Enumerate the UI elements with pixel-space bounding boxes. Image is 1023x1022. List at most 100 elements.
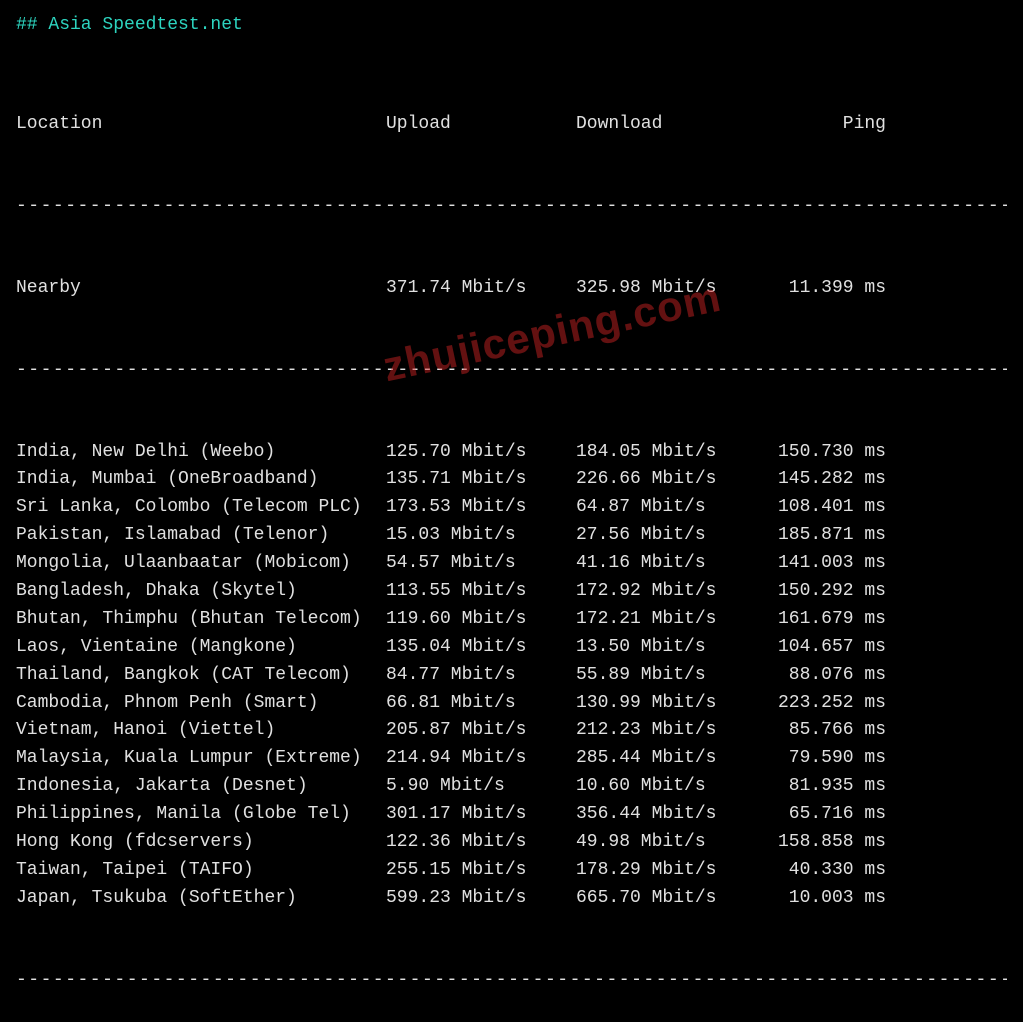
cell-upload: 205.87 Mbit/s bbox=[386, 717, 576, 745]
cell-download: 226.66 Mbit/s bbox=[576, 466, 766, 494]
cell-ping: 141.003 ms bbox=[766, 550, 886, 578]
cell-ping: 108.401 ms bbox=[766, 494, 886, 522]
table-row: Pakistan, Islamabad (Telenor)15.03 Mbit/… bbox=[16, 522, 1007, 550]
table-row: Cambodia, Phnom Penh (Smart)66.81 Mbit/s… bbox=[16, 690, 1007, 718]
cell-location: Bhutan, Thimphu (Bhutan Telecom) bbox=[16, 606, 386, 634]
cell-download: 10.60 Mbit/s bbox=[576, 773, 766, 801]
cell-upload: 66.81 Mbit/s bbox=[386, 690, 576, 718]
cell-location: Pakistan, Islamabad (Telenor) bbox=[16, 522, 386, 550]
cell-download: 665.70 Mbit/s bbox=[576, 885, 766, 913]
cell-upload: 135.71 Mbit/s bbox=[386, 466, 576, 494]
cell-upload: 54.57 Mbit/s bbox=[386, 550, 576, 578]
cell-upload: 15.03 Mbit/s bbox=[386, 522, 576, 550]
table-row: India, Mumbai (OneBroadband)135.71 Mbit/… bbox=[16, 466, 1007, 494]
cell-download: 285.44 Mbit/s bbox=[576, 745, 766, 773]
table-row: Indonesia, Jakarta (Desnet)5.90 Mbit/s10… bbox=[16, 773, 1007, 801]
header-location: Location bbox=[16, 111, 386, 139]
table-row: Sri Lanka, Colombo (Telecom PLC)173.53 M… bbox=[16, 494, 1007, 522]
cell-location: Hong Kong (fdcservers) bbox=[16, 829, 386, 857]
cell-ping: 10.003 ms bbox=[766, 885, 886, 913]
cell-download: 325.98 Mbit/s bbox=[576, 275, 766, 303]
cell-location: Thailand, Bangkok (CAT Telecom) bbox=[16, 662, 386, 690]
cell-upload: 214.94 Mbit/s bbox=[386, 745, 576, 773]
cell-ping: 150.730 ms bbox=[766, 439, 886, 467]
cell-location: India, Mumbai (OneBroadband) bbox=[16, 466, 386, 494]
section-title: ## Asia Speedtest.net bbox=[16, 12, 1007, 39]
cell-location: Mongolia, Ulaanbaatar (Mobicom) bbox=[16, 550, 386, 578]
cell-download: 172.21 Mbit/s bbox=[576, 606, 766, 634]
table-row-nearby: Nearby 371.74 Mbit/s 325.98 Mbit/s 11.39… bbox=[16, 275, 1007, 303]
table-row: Bangladesh, Dhaka (Skytel)113.55 Mbit/s1… bbox=[16, 578, 1007, 606]
divider: ----------------------------------------… bbox=[16, 357, 1007, 385]
cell-ping: 158.858 ms bbox=[766, 829, 886, 857]
cell-upload: 119.60 Mbit/s bbox=[386, 606, 576, 634]
cell-ping: 145.282 ms bbox=[766, 466, 886, 494]
table-row: Malaysia, Kuala Lumpur (Extreme)214.94 M… bbox=[16, 745, 1007, 773]
divider: ----------------------------------------… bbox=[16, 193, 1007, 221]
cell-ping: 65.716 ms bbox=[766, 801, 886, 829]
cell-ping: 88.076 ms bbox=[766, 662, 886, 690]
cell-upload: 371.74 Mbit/s bbox=[386, 275, 576, 303]
cell-ping: 185.871 ms bbox=[766, 522, 886, 550]
cell-download: 356.44 Mbit/s bbox=[576, 801, 766, 829]
cell-upload: 135.04 Mbit/s bbox=[386, 634, 576, 662]
cell-download: 178.29 Mbit/s bbox=[576, 857, 766, 885]
cell-upload: 125.70 Mbit/s bbox=[386, 439, 576, 467]
cell-location: Vietnam, Hanoi (Viettel) bbox=[16, 717, 386, 745]
table-row: Vietnam, Hanoi (Viettel)205.87 Mbit/s212… bbox=[16, 717, 1007, 745]
cell-download: 55.89 Mbit/s bbox=[576, 662, 766, 690]
cell-location: Sri Lanka, Colombo (Telecom PLC) bbox=[16, 494, 386, 522]
cell-upload: 301.17 Mbit/s bbox=[386, 801, 576, 829]
table-row: Bhutan, Thimphu (Bhutan Telecom)119.60 M… bbox=[16, 606, 1007, 634]
speedtest-table: Location Upload Download Ping ----------… bbox=[16, 57, 1007, 1022]
cell-download: 64.87 Mbit/s bbox=[576, 494, 766, 522]
cell-ping: 104.657 ms bbox=[766, 634, 886, 662]
cell-ping: 81.935 ms bbox=[766, 773, 886, 801]
header-download: Download bbox=[576, 111, 766, 139]
table-row: India, New Delhi (Weebo)125.70 Mbit/s184… bbox=[16, 439, 1007, 467]
cell-location: Indonesia, Jakarta (Desnet) bbox=[16, 773, 386, 801]
cell-ping: 11.399 ms bbox=[766, 275, 886, 303]
cell-location: India, New Delhi (Weebo) bbox=[16, 439, 386, 467]
cell-ping: 85.766 ms bbox=[766, 717, 886, 745]
cell-download: 41.16 Mbit/s bbox=[576, 550, 766, 578]
cell-upload: 84.77 Mbit/s bbox=[386, 662, 576, 690]
cell-ping: 161.679 ms bbox=[766, 606, 886, 634]
cell-ping: 40.330 ms bbox=[766, 857, 886, 885]
cell-download: 27.56 Mbit/s bbox=[576, 522, 766, 550]
cell-location: Bangladesh, Dhaka (Skytel) bbox=[16, 578, 386, 606]
cell-ping: 223.252 ms bbox=[766, 690, 886, 718]
cell-location: Malaysia, Kuala Lumpur (Extreme) bbox=[16, 745, 386, 773]
table-header: Location Upload Download Ping bbox=[16, 111, 1007, 139]
cell-download: 130.99 Mbit/s bbox=[576, 690, 766, 718]
cell-location: Japan, Tsukuba (SoftEther) bbox=[16, 885, 386, 913]
cell-download: 13.50 Mbit/s bbox=[576, 634, 766, 662]
table-row: Mongolia, Ulaanbaatar (Mobicom)54.57 Mbi… bbox=[16, 550, 1007, 578]
cell-location: Laos, Vientaine (Mangkone) bbox=[16, 634, 386, 662]
cell-location: Philippines, Manila (Globe Tel) bbox=[16, 801, 386, 829]
cell-upload: 5.90 Mbit/s bbox=[386, 773, 576, 801]
header-ping: Ping bbox=[766, 111, 886, 139]
cell-upload: 599.23 Mbit/s bbox=[386, 885, 576, 913]
cell-upload: 122.36 Mbit/s bbox=[386, 829, 576, 857]
cell-location: Taiwan, Taipei (TAIFO) bbox=[16, 857, 386, 885]
divider: ----------------------------------------… bbox=[16, 967, 1007, 995]
table-row: Laos, Vientaine (Mangkone)135.04 Mbit/s1… bbox=[16, 634, 1007, 662]
cell-download: 49.98 Mbit/s bbox=[576, 829, 766, 857]
cell-download: 172.92 Mbit/s bbox=[576, 578, 766, 606]
header-upload: Upload bbox=[386, 111, 576, 139]
table-row: Philippines, Manila (Globe Tel)301.17 Mb… bbox=[16, 801, 1007, 829]
table-row: Thailand, Bangkok (CAT Telecom)84.77 Mbi… bbox=[16, 662, 1007, 690]
cell-download: 212.23 Mbit/s bbox=[576, 717, 766, 745]
table-row: Hong Kong (fdcservers)122.36 Mbit/s49.98… bbox=[16, 829, 1007, 857]
cell-upload: 173.53 Mbit/s bbox=[386, 494, 576, 522]
cell-download: 184.05 Mbit/s bbox=[576, 439, 766, 467]
table-row: Taiwan, Taipei (TAIFO)255.15 Mbit/s178.2… bbox=[16, 857, 1007, 885]
cell-ping: 79.590 ms bbox=[766, 745, 886, 773]
cell-location: Cambodia, Phnom Penh (Smart) bbox=[16, 690, 386, 718]
cell-location: Nearby bbox=[16, 275, 386, 303]
cell-ping: 150.292 ms bbox=[766, 578, 886, 606]
cell-upload: 113.55 Mbit/s bbox=[386, 578, 576, 606]
cell-upload: 255.15 Mbit/s bbox=[386, 857, 576, 885]
table-row: Japan, Tsukuba (SoftEther)599.23 Mbit/s6… bbox=[16, 885, 1007, 913]
